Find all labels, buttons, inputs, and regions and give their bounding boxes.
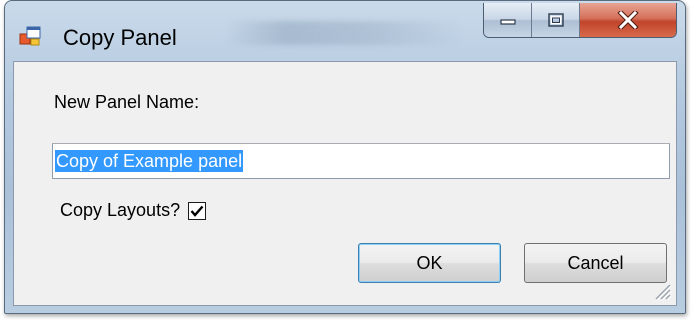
copy-layouts-label: Copy Layouts?: [60, 200, 181, 220]
copy-layouts-row: Copy Layouts?: [60, 200, 207, 221]
close-icon: [617, 11, 639, 29]
windows-form-icon: [19, 26, 41, 46]
close-button[interactable]: [580, 3, 676, 37]
copy-layouts-checkbox[interactable]: [188, 201, 207, 220]
maximize-icon: [547, 13, 564, 27]
copy-panel-dialog: Copy Panel New Panel Name: Copy of Examp…: [4, 0, 686, 314]
new-panel-name-value: Copy of Example panel: [55, 150, 244, 172]
minimize-icon: [499, 19, 516, 25]
dialog-body: New Panel Name: Copy of Example panel Co…: [13, 61, 677, 306]
title-bar[interactable]: Copy Panel: [5, 1, 685, 61]
resize-grip-icon[interactable]: [650, 279, 672, 301]
new-panel-name-label: New Panel Name:: [54, 92, 200, 112]
checkmark-icon: [190, 205, 204, 217]
title-bar-blur: [225, 21, 465, 45]
cancel-button[interactable]: Cancel: [524, 243, 667, 283]
window-title: Copy Panel: [63, 25, 177, 50]
ok-button[interactable]: OK: [358, 243, 501, 283]
caption-buttons: [483, 3, 677, 38]
new-panel-name-input[interactable]: Copy of Example panel: [52, 143, 670, 179]
minimize-button[interactable]: [484, 3, 532, 37]
maximize-button[interactable]: [532, 3, 580, 37]
